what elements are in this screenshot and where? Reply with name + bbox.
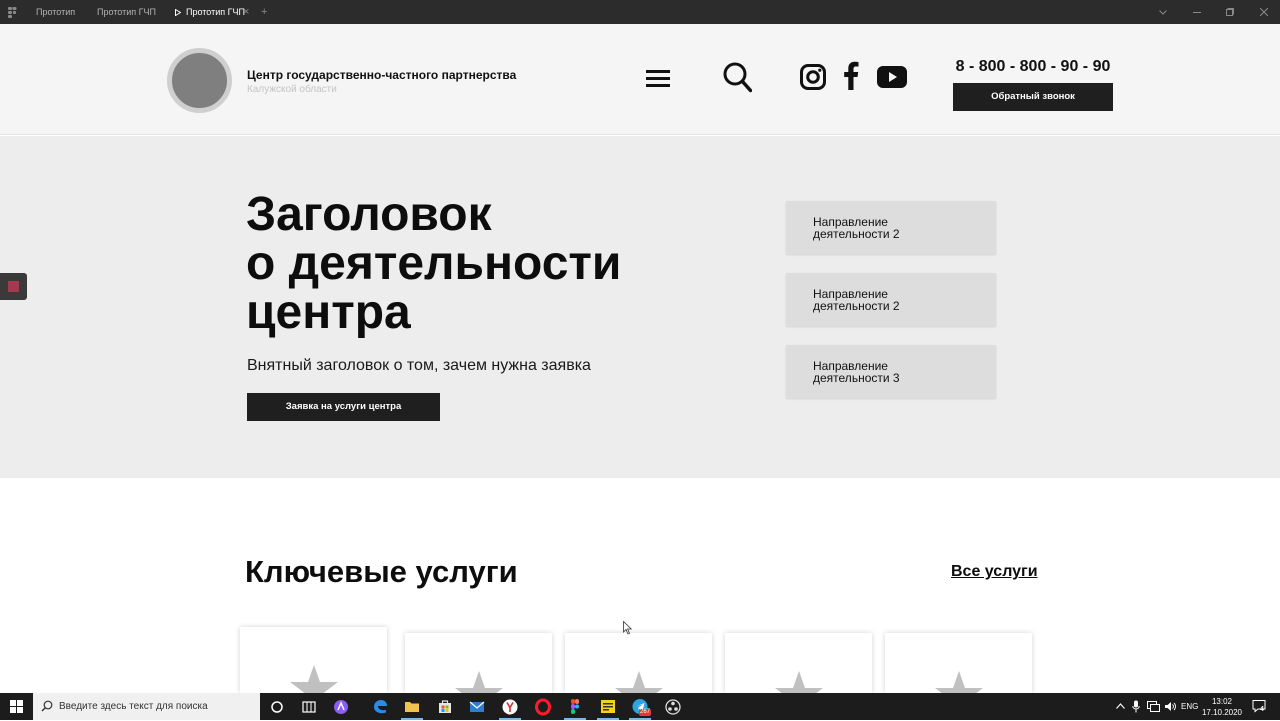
- microphone-icon[interactable]: [1132, 700, 1140, 713]
- org-name: Центр государственно-частного партнерств…: [247, 68, 517, 82]
- close-window-icon[interactable]: [1260, 8, 1268, 16]
- menu-icon[interactable]: [646, 70, 670, 88]
- org-region: Калужской области: [247, 84, 337, 95]
- sticky-notes-icon[interactable]: [597, 697, 619, 720]
- taskbar-search-input[interactable]: [59, 693, 255, 720]
- taskbar-search[interactable]: [33, 693, 260, 720]
- service-card[interactable]: [885, 633, 1032, 693]
- site-header: Центр государственно-частного партнерств…: [0, 24, 1280, 135]
- hero-title-line: центра: [246, 286, 411, 339]
- direction-label: деятельности 2: [813, 227, 900, 241]
- service-card[interactable]: [405, 633, 552, 693]
- chevron-up-icon[interactable]: [1116, 703, 1125, 709]
- figma-logo-icon[interactable]: [8, 7, 17, 18]
- search-icon: [41, 700, 53, 712]
- play-icon: [175, 9, 181, 16]
- services-title: Ключевые услуги: [245, 554, 518, 589]
- figma-tab-prototype[interactable]: Прототип: [36, 0, 75, 24]
- opera-icon[interactable]: [534, 697, 552, 716]
- youtube-icon[interactable]: [877, 66, 907, 88]
- hero-section: Заголовок о деятельности центра Внятный …: [0, 136, 1280, 478]
- telegram-badge: 267: [639, 709, 652, 716]
- star-icon: [775, 671, 823, 693]
- file-explorer-icon[interactable]: [401, 697, 423, 720]
- star-icon: [455, 671, 503, 693]
- search-icon[interactable]: [722, 61, 752, 93]
- windows-start-icon[interactable]: [10, 700, 23, 713]
- yandex-browser-icon[interactable]: [499, 697, 521, 720]
- direction-label: деятельности 3: [813, 371, 900, 385]
- hero-title-line: Заголовок: [246, 188, 492, 241]
- edge-icon[interactable]: [371, 697, 389, 716]
- language-indicator[interactable]: ENG: [1181, 702, 1198, 711]
- direction-label: деятельности 2: [813, 299, 900, 313]
- hero-title: Заголовок о деятельности центра: [246, 190, 621, 337]
- service-card[interactable]: [565, 633, 712, 693]
- logo[interactable]: [167, 48, 232, 113]
- notifications-count: 4: [1260, 706, 1264, 713]
- direction-card[interactable]: Направление деятельности 2: [786, 273, 996, 326]
- obs-icon[interactable]: [664, 697, 682, 716]
- hero-subtitle: Внятный заголовок о том, зачем нужна зая…: [247, 357, 591, 374]
- task-view-icon[interactable]: [300, 697, 318, 716]
- service-card[interactable]: [725, 633, 872, 693]
- service-card[interactable]: [240, 627, 387, 693]
- figma-tab-prototype-gchp-active[interactable]: Прототип ГЧП: [186, 0, 245, 24]
- add-tab-icon[interactable]: +: [261, 0, 267, 24]
- star-icon: [615, 671, 663, 693]
- store-icon[interactable]: [436, 697, 454, 716]
- mouse-cursor-icon: [623, 621, 633, 635]
- close-tab-icon[interactable]: ×: [243, 0, 249, 24]
- clock-date: 17.10.2020: [1201, 708, 1243, 717]
- figma-tab-prototype-gchp[interactable]: Прототип ГЧП: [97, 0, 156, 24]
- star-icon: [290, 665, 338, 693]
- minimize-icon[interactable]: [1193, 12, 1201, 13]
- all-services-link[interactable]: Все услуги: [951, 563, 1038, 581]
- phone-number[interactable]: 8 - 800 - 800 - 90 - 90: [953, 58, 1113, 76]
- notifications-icon[interactable]: 4: [1252, 699, 1266, 713]
- restore-icon[interactable]: [1226, 8, 1234, 16]
- windows-taskbar: 267 ENG 13:02 17.10.2020 4: [0, 693, 1280, 720]
- network-icon[interactable]: [1147, 701, 1160, 712]
- cortana-icon[interactable]: [268, 697, 286, 716]
- facebook-icon[interactable]: [843, 60, 859, 90]
- direction-card[interactable]: Направление деятельности 2: [786, 201, 996, 254]
- volume-icon[interactable]: [1164, 701, 1176, 712]
- chevron-down-icon[interactable]: [1159, 10, 1167, 15]
- figma-icon[interactable]: [564, 697, 586, 720]
- request-button[interactable]: Заявка на услуги центра: [247, 393, 440, 421]
- instagram-icon[interactable]: [800, 64, 826, 90]
- callback-button[interactable]: Обратный звонок: [953, 83, 1113, 111]
- direction-card[interactable]: Направление деятельности 3: [786, 345, 996, 398]
- figma-titlebar: Прототип Прототип ГЧП Прототип ГЧП × +: [0, 0, 1280, 24]
- mail-icon[interactable]: [468, 697, 486, 716]
- side-panel-tab[interactable]: [0, 273, 27, 300]
- star-icon: [935, 671, 983, 693]
- hero-title-line: о деятельности: [246, 237, 622, 290]
- clock-time: 13:02: [1211, 697, 1233, 706]
- alice-icon[interactable]: [332, 697, 350, 716]
- taskbar-clock[interactable]: 13:02 17.10.2020: [1197, 696, 1247, 718]
- telegram-icon[interactable]: 267: [629, 697, 652, 720]
